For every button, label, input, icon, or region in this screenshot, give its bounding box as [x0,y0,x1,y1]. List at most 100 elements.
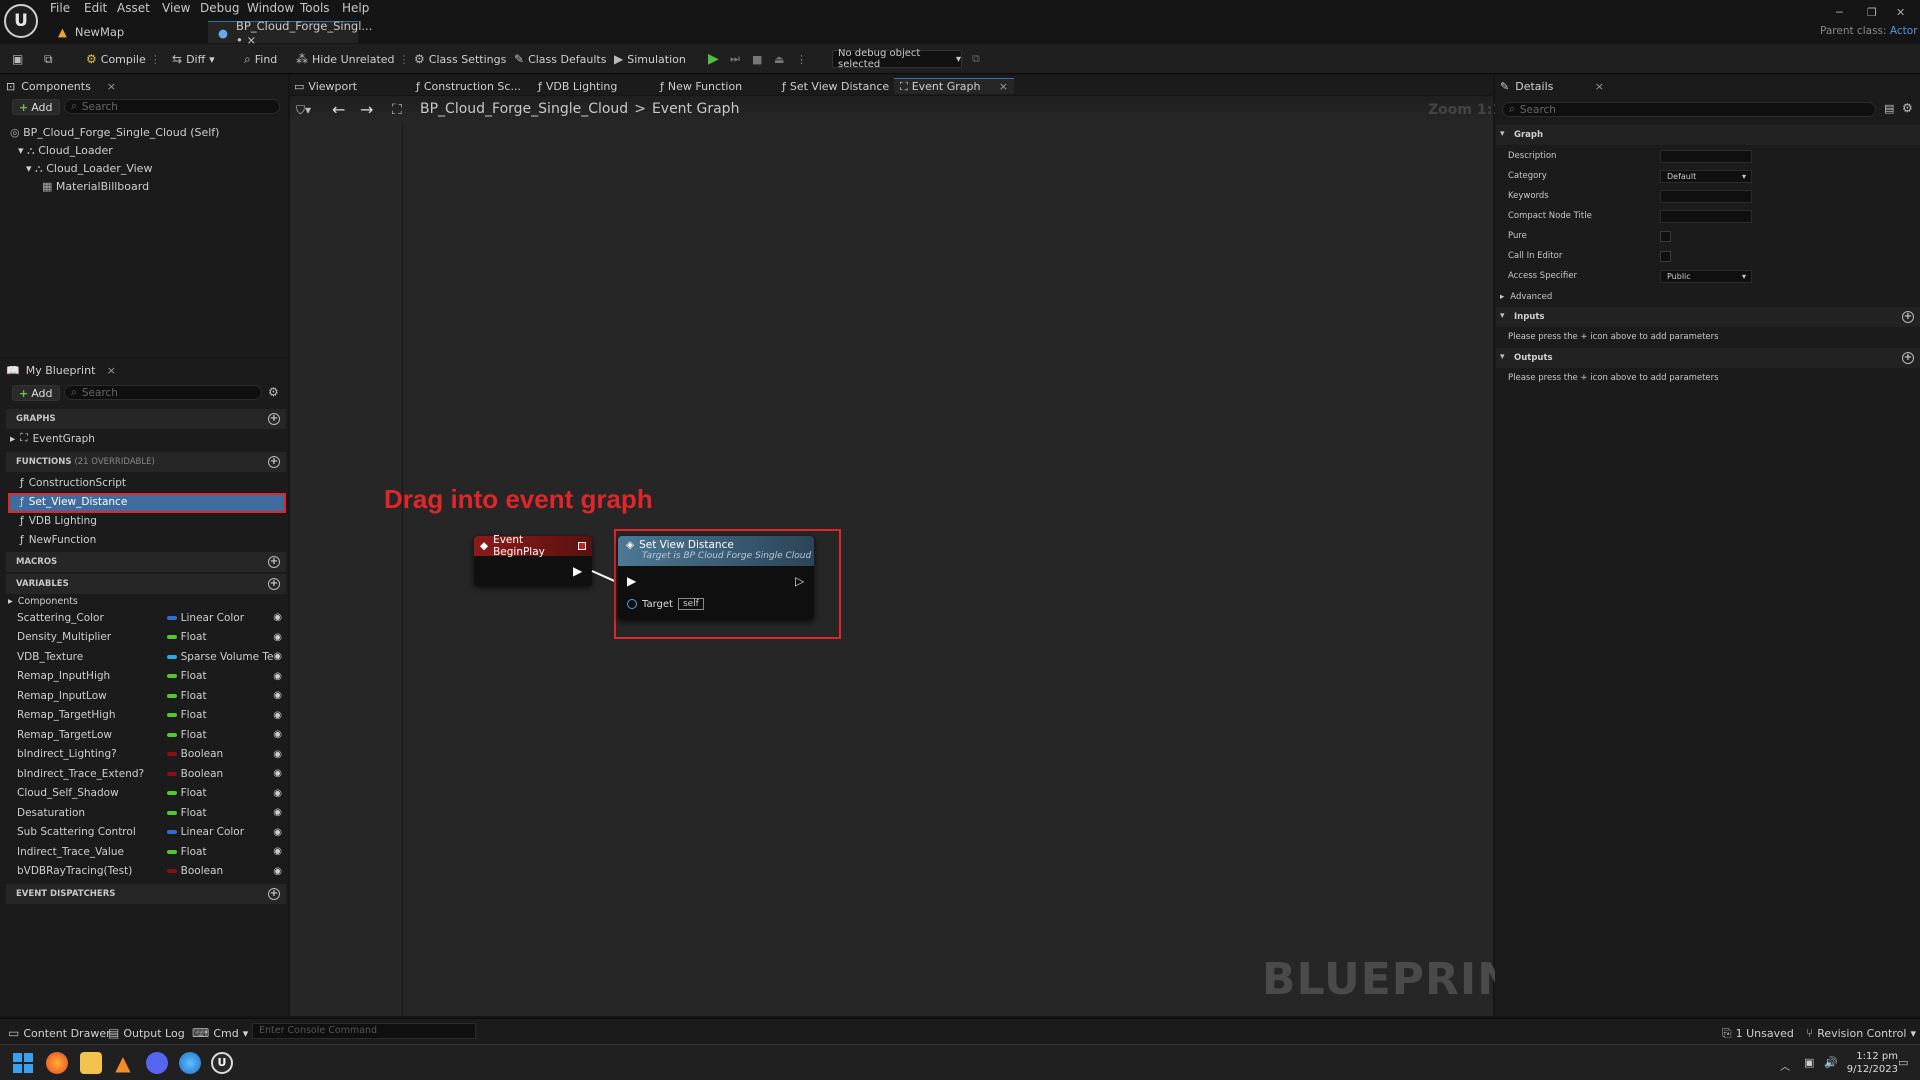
content-drawer-button[interactable]: ▭ Content Drawer [8,1024,111,1042]
variable-type[interactable]: Boolean [181,768,274,780]
add-macro-icon[interactable]: + [268,556,280,568]
description-field[interactable] [1660,149,1752,163]
add-function-icon[interactable]: + [268,456,280,468]
close-icon[interactable]: × [107,80,116,93]
variable-row[interactable]: Cloud_Self_Shadow Float ◉ [17,784,282,803]
menu-window[interactable]: Window [247,1,294,15]
eye-icon[interactable]: ◉ [273,671,282,682]
my-blueprint-add-button[interactable]: + Add [12,385,60,401]
play-options-icon[interactable]: ⋮ [796,50,807,68]
hide-unrelated-button[interactable]: ⁂ Hide Unrelated ⋮ [296,50,410,68]
details-outputs-section[interactable]: Outputs + [1496,348,1920,368]
add-input-icon[interactable]: + [1902,311,1914,323]
cmd-select[interactable]: ⌨ Cmd ▾ [192,1024,248,1042]
category-select[interactable]: Default ▾ [1660,169,1752,183]
close-icon[interactable]: × [107,364,116,377]
eye-icon[interactable]: ◉ [273,846,282,857]
add-graph-icon[interactable]: + [268,413,280,425]
variable-type[interactable]: Boolean [181,865,274,877]
menu-edit[interactable]: Edit [84,1,107,15]
tab-construction-script[interactable]: ƒ Construction Sc... [416,78,521,94]
vlc-icon[interactable]: ▲ [112,1052,134,1074]
node-set-view-distance[interactable]: ◈ Set View Distance Target is BP Cloud Fo… [618,536,814,620]
my-blueprint-tab[interactable]: 📖 My Blueprint × [6,364,116,377]
unreal-logo-icon[interactable]: U [4,4,38,38]
variable-row[interactable]: Remap_TargetLow Float ◉ [17,725,282,744]
revision-control-button[interactable]: ⑂ Revision Control ▾ [1806,1024,1916,1042]
graphs-section[interactable]: GRAPHS + [6,409,286,429]
class-settings-button[interactable]: ⚙ Class Settings [414,50,506,68]
variable-row[interactable]: Density_Multiplier Float ◉ [17,628,282,647]
variable-type[interactable]: Float [181,709,274,721]
components-tab[interactable]: ⊡ Components × [6,80,116,93]
variable-row[interactable]: Sub Scattering Control Linear Color ◉ [17,823,282,842]
variable-row[interactable]: Scattering_Color Linear Color ◉ [17,608,282,627]
variable-row[interactable]: Remap_TargetHigh Float ◉ [17,706,282,725]
eye-icon[interactable]: ◉ [273,729,282,740]
component-cloud-loader-view[interactable]: ▾ ⛬ Cloud_Loader_View [26,162,152,176]
variable-type[interactable]: Float [181,807,274,819]
gear-icon[interactable]: ⚙ [268,385,279,399]
close-icon[interactable]: × [999,80,1008,93]
save-icon[interactable]: ▣ [12,50,23,68]
tab-event-graph[interactable]: ⛶ Event Graph × [894,78,1014,94]
eye-icon[interactable]: ◉ [273,651,282,662]
compile-button[interactable]: ⚙ Compile ⋮ [86,50,161,68]
details-search-input[interactable]: ⌕ Search [1502,102,1876,117]
details-advanced-row[interactable]: ▸ Advanced [1500,287,1904,307]
eye-icon[interactable]: ◉ [273,866,282,877]
doc-tab-newmap[interactable]: ▲ NewMap [48,21,208,43]
variable-row[interactable]: bIndirect_Lighting? Boolean ◉ [17,745,282,764]
diff-button[interactable]: ⇆ Diff ▾ [172,50,215,68]
details-graph-section[interactable]: Graph [1496,125,1920,145]
output-log-button[interactable]: ▤ Output Log [108,1024,185,1042]
variable-type[interactable]: Float [181,787,274,799]
eye-icon[interactable]: ◉ [273,827,282,838]
discord-icon[interactable] [146,1052,168,1074]
add-dispatcher-icon[interactable]: + [268,888,280,900]
find-button[interactable]: ⌕ Find [244,50,277,68]
step-button[interactable]: ⏭ [730,50,740,68]
class-defaults-button[interactable]: ✎ Class Defaults [514,50,606,68]
unreal-taskbar-icon[interactable]: U [211,1052,233,1074]
variable-type[interactable]: Float [181,631,274,643]
access-specifier-select[interactable]: Public ▾ [1660,269,1752,283]
browser-icon[interactable] [179,1052,201,1074]
eye-icon[interactable]: ◉ [273,768,282,779]
variable-type[interactable]: Float [181,690,274,702]
variable-row[interactable]: Remap_InputLow Float ◉ [17,686,282,705]
volume-icon[interactable]: 🔊 [1824,1056,1838,1069]
eject-button[interactable]: ⏏ [774,50,784,68]
simulation-button[interactable]: ▶ Simulation [614,50,686,68]
pure-checkbox[interactable] [1660,230,1671,242]
variable-row[interactable]: Remap_InputHigh Float ◉ [17,667,282,686]
tray-chevron-icon[interactable]: ︿ [1780,1058,1790,1073]
graph-canvas[interactable] [290,110,1493,1016]
browse-icon[interactable]: ⧉ [44,50,53,68]
exec-out-pin[interactable]: ▷ [795,574,804,588]
variable-type[interactable]: Linear Color [181,826,274,838]
eye-icon[interactable]: ◉ [273,612,282,623]
console-command-input[interactable]: Enter Console Command [252,1023,476,1039]
function-item-new-function[interactable]: ƒ NewFunction [20,534,96,546]
my-blueprint-search-input[interactable]: ⌕ Search [64,385,262,400]
debug-object-select[interactable]: No debug object selected ▾ [832,48,962,70]
function-item-vdb-lighting[interactable]: ƒ VDB Lighting [20,515,97,527]
variable-row[interactable]: bVDBRayTracing(Test) Boolean ◉ [17,862,282,881]
table-view-icon[interactable]: ▤ [1884,102,1894,115]
menu-debug[interactable]: Debug [200,1,239,15]
variables-section[interactable]: VARIABLES + [6,574,286,594]
event-dispatchers-section[interactable]: EVENT DISPATCHERS + [6,884,286,904]
minimize-button[interactable]: ─ [1836,6,1843,19]
exec-in-pin[interactable]: ▶ [627,574,636,588]
tab-set-view-distance[interactable]: ƒ Set View Distance [782,78,889,94]
eye-icon[interactable]: ◉ [273,807,282,818]
compact-node-title-field[interactable] [1660,209,1752,223]
variable-type[interactable]: Boolean [181,748,274,760]
menu-view[interactable]: View [162,1,190,15]
macros-section[interactable]: MACROS + [6,552,286,572]
tab-viewport[interactable]: ▭ Viewport [294,78,357,94]
variable-type[interactable]: Float [181,846,274,858]
call-in-editor-checkbox[interactable] [1660,250,1671,262]
variable-category-components[interactable]: ▸ Components [8,596,78,607]
